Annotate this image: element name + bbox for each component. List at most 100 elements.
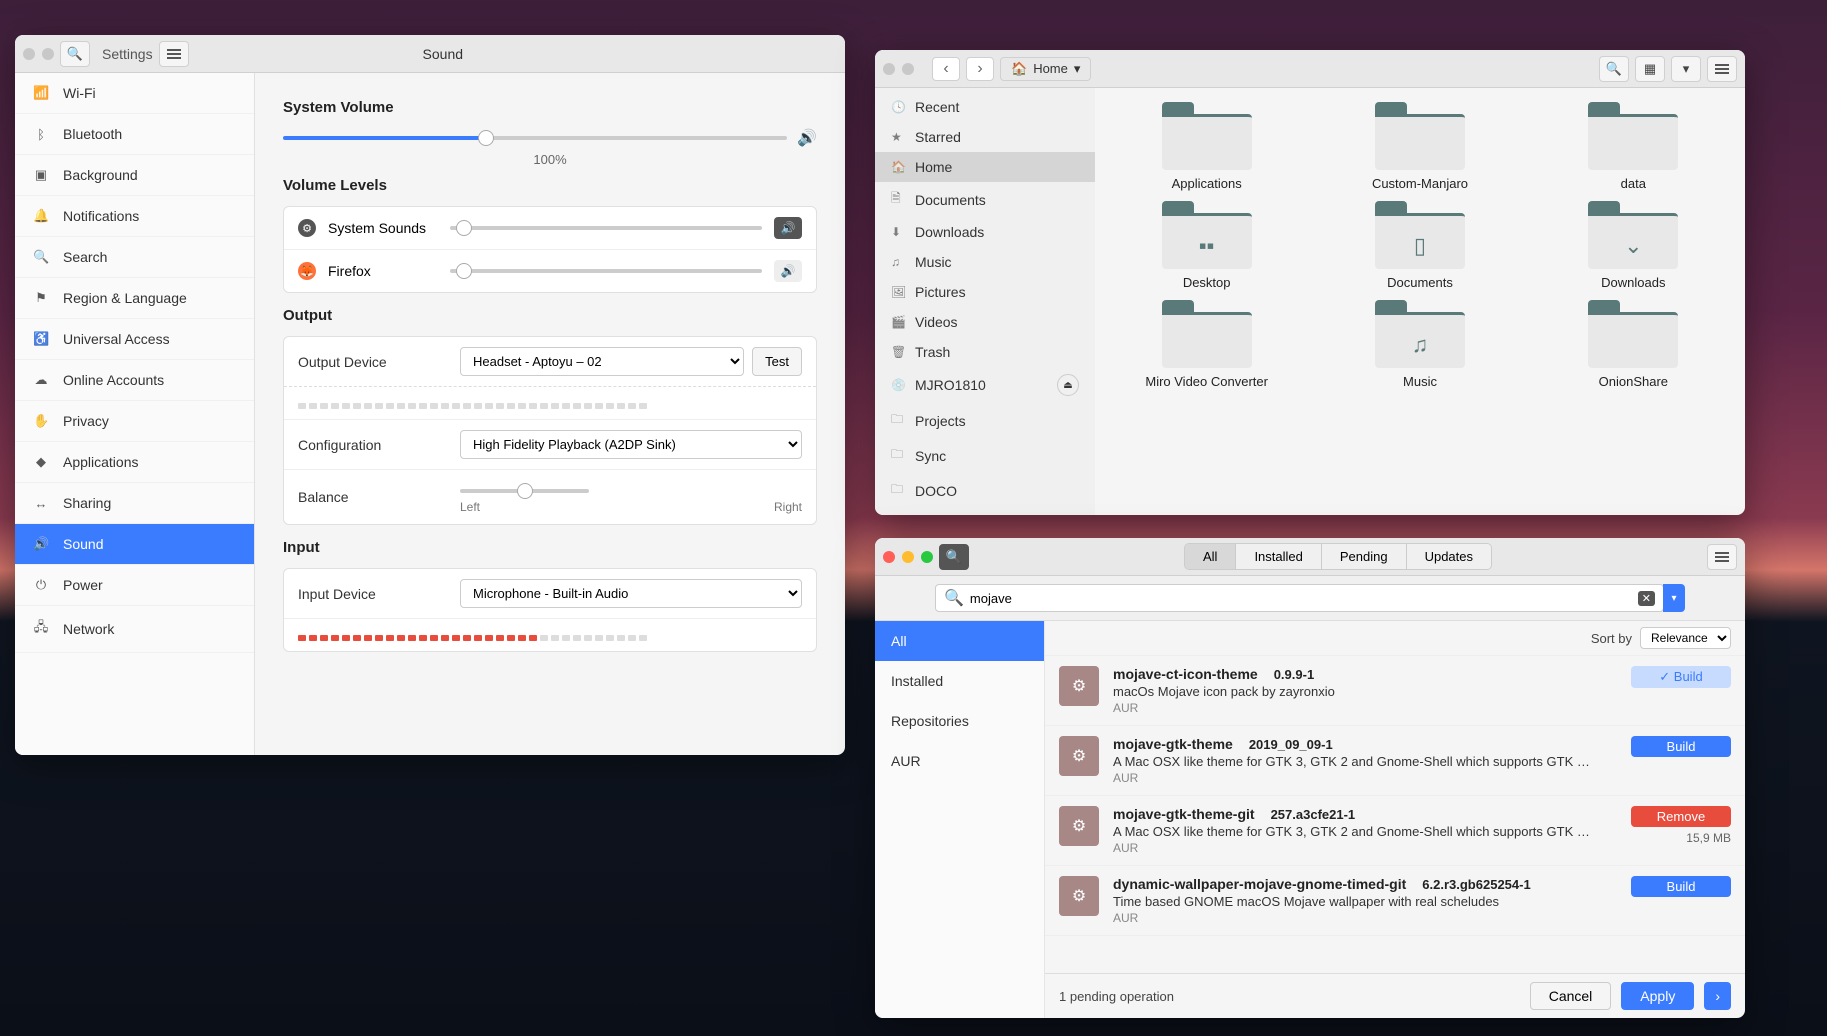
sidebar-item-universal-access[interactable]: ♿Universal Access bbox=[15, 319, 254, 360]
sidebar-item-starred[interactable]: ★Starred bbox=[875, 122, 1095, 152]
folder-downloads[interactable]: ⌄Downloads bbox=[1542, 201, 1725, 290]
sidebar-item-sync[interactable]: 🗀Sync bbox=[875, 438, 1095, 473]
sidebar-icon: ᛒ bbox=[33, 127, 49, 142]
sidebar-item-power[interactable]: ⏻Power bbox=[15, 565, 254, 606]
search-dropdown[interactable]: ▾ bbox=[1663, 584, 1685, 612]
tab-updates[interactable]: Updates bbox=[1407, 544, 1491, 569]
files-sidebar: 🕓Recent★Starred🏠Home🗎Documents⬇Downloads… bbox=[875, 88, 1095, 515]
sidebar-item-doco[interactable]: 🗀DOCO bbox=[875, 473, 1095, 508]
min-dot[interactable] bbox=[902, 63, 914, 75]
input-device-label: Input Device bbox=[298, 586, 448, 602]
mute-toggle[interactable]: 🔊 bbox=[774, 260, 802, 282]
folder-documents[interactable]: ▯Documents bbox=[1328, 201, 1511, 290]
filter-installed[interactable]: Installed bbox=[875, 661, 1044, 701]
next-button[interactable]: › bbox=[1704, 982, 1731, 1010]
sidebar-item-sound[interactable]: 🔊Sound bbox=[15, 524, 254, 565]
tab-pending[interactable]: Pending bbox=[1322, 544, 1407, 569]
filter-repositories[interactable]: Repositories bbox=[875, 701, 1044, 741]
balance-slider[interactable] bbox=[460, 489, 589, 493]
sidebar-item-background[interactable]: ▣Background bbox=[15, 155, 254, 196]
view-menu-icon[interactable]: ▾ bbox=[1671, 56, 1701, 82]
folder-desktop[interactable]: ▪▪Desktop bbox=[1115, 201, 1298, 290]
sidebar-item-home[interactable]: 🏠Home bbox=[875, 152, 1095, 182]
path-breadcrumb[interactable]: 🏠 Home ▾ bbox=[1000, 57, 1091, 81]
search-icon[interactable]: 🔍 bbox=[939, 544, 969, 570]
sidebar-icon: ⚑ bbox=[33, 290, 49, 306]
action-button[interactable]: Build bbox=[1631, 876, 1731, 897]
place-icon: 🗀 bbox=[891, 445, 905, 466]
search-icon[interactable]: 🔍 bbox=[60, 41, 90, 67]
folder-onionshare[interactable]: OnionShare bbox=[1542, 300, 1725, 389]
filter-aur[interactable]: AUR bbox=[875, 741, 1044, 781]
sidebar-item-pictures[interactable]: 🖼Pictures bbox=[875, 277, 1095, 307]
hamburger-icon[interactable] bbox=[159, 41, 189, 67]
sidebar-item-bluetooth[interactable]: ᛒBluetooth bbox=[15, 114, 254, 155]
package-row[interactable]: ⚙ mojave-gtk-theme2019_09_09-1 A Mac OSX… bbox=[1045, 726, 1745, 796]
package-icon: ⚙ bbox=[1059, 876, 1099, 916]
close-dot[interactable] bbox=[883, 551, 895, 563]
sidebar-item-downloads[interactable]: ⬇Downloads bbox=[875, 217, 1095, 247]
package-row[interactable]: ⚙ dynamic-wallpaper-mojave-gnome-timed-g… bbox=[1045, 866, 1745, 936]
sidebar-item-wi-fi[interactable]: 📶Wi-Fi bbox=[15, 73, 254, 114]
place-icon: 🕓 bbox=[891, 100, 905, 114]
sidebar-item-notifications[interactable]: 🔔Notifications bbox=[15, 196, 254, 237]
sidebar-item-trash[interactable]: 🗑Trash bbox=[875, 337, 1095, 367]
sidebar-item-online-accounts[interactable]: ☁Online Accounts bbox=[15, 360, 254, 401]
view-toggle-icon[interactable]: ▦ bbox=[1635, 56, 1665, 82]
sidebar-item-network[interactable]: 🖧Network bbox=[15, 606, 254, 653]
sidebar-item-recent[interactable]: 🕓Recent bbox=[875, 92, 1095, 122]
files-grid: Applications Custom-Manjaro data ▪▪Desktop ▯… bbox=[1095, 88, 1745, 515]
place-icon: 🏠 bbox=[891, 160, 905, 174]
mute-toggle[interactable]: 🔊 bbox=[774, 217, 802, 239]
max-dot[interactable] bbox=[921, 551, 933, 563]
folder-miro-video-converter[interactable]: Miro Video Converter bbox=[1115, 300, 1298, 389]
system-volume-slider[interactable] bbox=[283, 136, 787, 140]
config-select[interactable]: High Fidelity Playback (A2DP Sink) bbox=[460, 430, 802, 459]
sidebar-item-videos[interactable]: 🎬Videos bbox=[875, 307, 1095, 337]
sidebar-item-mjro1810[interactable]: 💿MJRO1810⏏ bbox=[875, 367, 1095, 403]
sidebar-item-search[interactable]: 🔍Search bbox=[15, 237, 254, 278]
action-button[interactable]: Build bbox=[1631, 736, 1731, 757]
clear-icon[interactable]: ✕ bbox=[1638, 591, 1655, 606]
app-volume-slider[interactable] bbox=[450, 226, 762, 230]
app-volume-slider[interactable] bbox=[450, 269, 762, 273]
back-button[interactable]: ‹ bbox=[932, 57, 960, 81]
search-icon[interactable]: 🔍 bbox=[1599, 56, 1629, 82]
sidebar-item-privacy[interactable]: ✋Privacy bbox=[15, 401, 254, 442]
min-dot[interactable] bbox=[902, 551, 914, 563]
action-button[interactable]: Remove bbox=[1631, 806, 1731, 827]
folder-data[interactable]: data bbox=[1542, 102, 1725, 191]
output-device-select[interactable]: Headset - Aptoyu – 02 bbox=[460, 347, 744, 376]
action-button[interactable]: ✓ Build bbox=[1631, 666, 1731, 688]
close-dot[interactable] bbox=[23, 48, 35, 60]
eject-icon[interactable]: ⏏ bbox=[1057, 374, 1079, 396]
sidebar-item-sharing[interactable]: ↔Sharing bbox=[15, 483, 254, 524]
hamburger-icon[interactable] bbox=[1707, 544, 1737, 570]
forward-button[interactable]: › bbox=[966, 57, 994, 81]
tab-all[interactable]: All bbox=[1185, 544, 1236, 569]
close-dot[interactable] bbox=[883, 63, 895, 75]
sidebar-item-documents[interactable]: 🗎Documents bbox=[875, 182, 1095, 217]
min-dot[interactable] bbox=[42, 48, 54, 60]
search-input[interactable] bbox=[970, 591, 1632, 606]
settings-content: System Volume 🔊 100% Volume Levels ⚙ Sys… bbox=[255, 73, 845, 755]
folder-music[interactable]: ♫Music bbox=[1328, 300, 1511, 389]
files-titlebar: ‹ › 🏠 Home ▾ 🔍 ▦ ▾ bbox=[875, 50, 1745, 88]
tab-installed[interactable]: Installed bbox=[1236, 544, 1321, 569]
sort-select[interactable]: Relevance bbox=[1640, 627, 1731, 649]
cancel-button[interactable]: Cancel bbox=[1530, 982, 1612, 1010]
package-row[interactable]: ⚙ mojave-gtk-theme-git257.a3cfe21-1 A Ma… bbox=[1045, 796, 1745, 866]
sidebar-item-applications[interactable]: ◆Applications bbox=[15, 442, 254, 483]
sidebar-item-region-language[interactable]: ⚑Region & Language bbox=[15, 278, 254, 319]
folder-custom-manjaro[interactable]: Custom-Manjaro bbox=[1328, 102, 1511, 191]
apply-button[interactable]: Apply bbox=[1621, 982, 1694, 1010]
input-device-select[interactable]: Microphone - Built-in Audio bbox=[460, 579, 802, 608]
filter-all[interactable]: All bbox=[875, 621, 1044, 661]
package-row[interactable]: ⚙ mojave-ct-icon-theme0.9.9-1 macOs Moja… bbox=[1045, 656, 1745, 726]
sidebar-item-projects[interactable]: 🗀Projects bbox=[875, 403, 1095, 438]
hamburger-icon[interactable] bbox=[1707, 56, 1737, 82]
test-button[interactable]: Test bbox=[752, 347, 802, 376]
place-icon: 💿 bbox=[891, 378, 905, 392]
folder-applications[interactable]: Applications bbox=[1115, 102, 1298, 191]
sidebar-item-music[interactable]: ♫Music bbox=[875, 247, 1095, 277]
